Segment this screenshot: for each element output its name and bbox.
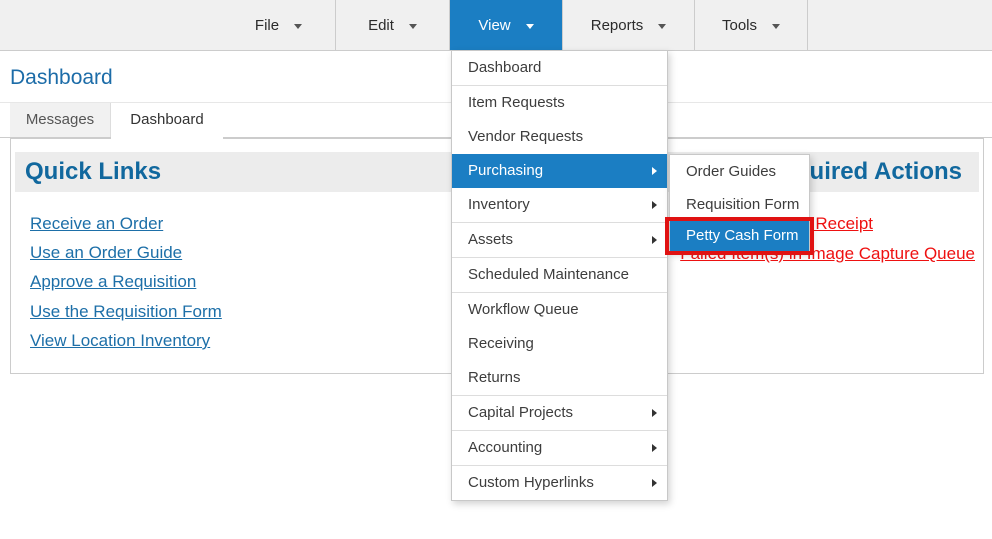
menu-tools-label: Tools bbox=[722, 17, 757, 34]
caret-down-icon bbox=[409, 24, 417, 29]
link-use-an-order-guide[interactable]: Use an Order Guide bbox=[30, 243, 182, 263]
menu-item-workflow-queue[interactable]: Workflow Queue bbox=[452, 292, 667, 327]
menu-view[interactable]: View bbox=[450, 0, 563, 50]
link-approve-a-requisition[interactable]: Approve a Requisition bbox=[30, 272, 196, 292]
menu-item-capital-projects[interactable]: Capital Projects bbox=[452, 395, 667, 430]
menu-file-label: File bbox=[255, 17, 279, 34]
application-window: File Edit View Reports Tools Dashboard M… bbox=[0, 0, 992, 539]
menu-item-scheduled-maintenance[interactable]: Scheduled Maintenance bbox=[452, 257, 667, 292]
menu-reports-label: Reports bbox=[591, 17, 644, 34]
menu-item-label: Item Requests bbox=[468, 94, 565, 111]
view-dropdown-menu: Dashboard Item Requests Vendor Requests … bbox=[451, 50, 668, 501]
caret-down-icon bbox=[772, 24, 780, 29]
menu-item-label: Accounting bbox=[468, 439, 542, 456]
menu-item-label: Custom Hyperlinks bbox=[468, 474, 594, 491]
menu-reports[interactable]: Reports bbox=[563, 0, 695, 50]
menu-item-label: Workflow Queue bbox=[468, 301, 579, 318]
submenu-arrow-icon bbox=[652, 409, 657, 417]
menu-edit[interactable]: Edit bbox=[336, 0, 450, 50]
link-view-location-inventory[interactable]: View Location Inventory bbox=[30, 331, 210, 351]
submenu-item-label: Petty Cash Form bbox=[686, 227, 799, 244]
menu-item-label: Capital Projects bbox=[468, 404, 573, 421]
submenu-arrow-icon bbox=[652, 479, 657, 487]
submenu-item-petty-cash-form[interactable]: Petty Cash Form bbox=[670, 221, 809, 251]
menu-item-inventory[interactable]: Inventory bbox=[452, 188, 667, 222]
menu-item-receiving[interactable]: Receiving bbox=[452, 327, 667, 361]
caret-down-icon bbox=[294, 24, 302, 29]
menu-item-custom-hyperlinks[interactable]: Custom Hyperlinks bbox=[452, 465, 667, 500]
caret-down-icon bbox=[658, 24, 666, 29]
menu-item-label: Dashboard bbox=[468, 59, 541, 76]
menu-item-label: Scheduled Maintenance bbox=[468, 266, 629, 283]
menu-item-accounting[interactable]: Accounting bbox=[452, 430, 667, 465]
tab-messages[interactable]: Messages bbox=[10, 103, 111, 137]
menu-item-vendor-requests[interactable]: Vendor Requests bbox=[452, 120, 667, 154]
menu-edit-label: Edit bbox=[368, 17, 394, 34]
quick-links-title: Quick Links bbox=[25, 152, 161, 192]
page-title: Dashboard bbox=[10, 66, 113, 90]
purchasing-submenu: Order Guides Requisition Form Petty Cash… bbox=[669, 154, 810, 252]
menu-bar: File Edit View Reports Tools bbox=[0, 0, 992, 51]
link-use-the-requisition-form[interactable]: Use the Requisition Form bbox=[30, 302, 222, 322]
menu-view-label: View bbox=[478, 17, 510, 34]
menu-item-label: Inventory bbox=[468, 196, 530, 213]
submenu-item-label: Order Guides bbox=[686, 163, 776, 180]
menu-item-label: Receiving bbox=[468, 335, 534, 352]
submenu-item-order-guides[interactable]: Order Guides bbox=[670, 155, 809, 189]
tab-dashboard[interactable]: Dashboard bbox=[111, 103, 223, 139]
submenu-arrow-icon bbox=[652, 236, 657, 244]
menu-item-dashboard[interactable]: Dashboard bbox=[452, 51, 667, 85]
menu-file[interactable]: File bbox=[222, 0, 336, 50]
menu-item-label: Purchasing bbox=[468, 162, 543, 179]
menu-item-label: Vendor Requests bbox=[468, 128, 583, 145]
caret-down-icon bbox=[526, 24, 534, 29]
submenu-arrow-icon bbox=[652, 201, 657, 209]
menu-item-purchasing[interactable]: Purchasing bbox=[452, 154, 667, 188]
menu-item-returns[interactable]: Returns bbox=[452, 361, 667, 395]
menu-tools[interactable]: Tools bbox=[695, 0, 808, 50]
submenu-item-label: Requisition Form bbox=[686, 196, 799, 213]
menu-item-label: Assets bbox=[468, 231, 513, 248]
menu-item-assets[interactable]: Assets bbox=[452, 222, 667, 257]
link-receive-an-order[interactable]: Receive an Order bbox=[30, 214, 163, 234]
submenu-arrow-icon bbox=[652, 167, 657, 175]
submenu-item-requisition-form[interactable]: Requisition Form bbox=[670, 189, 809, 221]
submenu-arrow-icon bbox=[652, 444, 657, 452]
menu-item-item-requests[interactable]: Item Requests bbox=[452, 85, 667, 120]
menu-item-label: Returns bbox=[468, 369, 521, 386]
